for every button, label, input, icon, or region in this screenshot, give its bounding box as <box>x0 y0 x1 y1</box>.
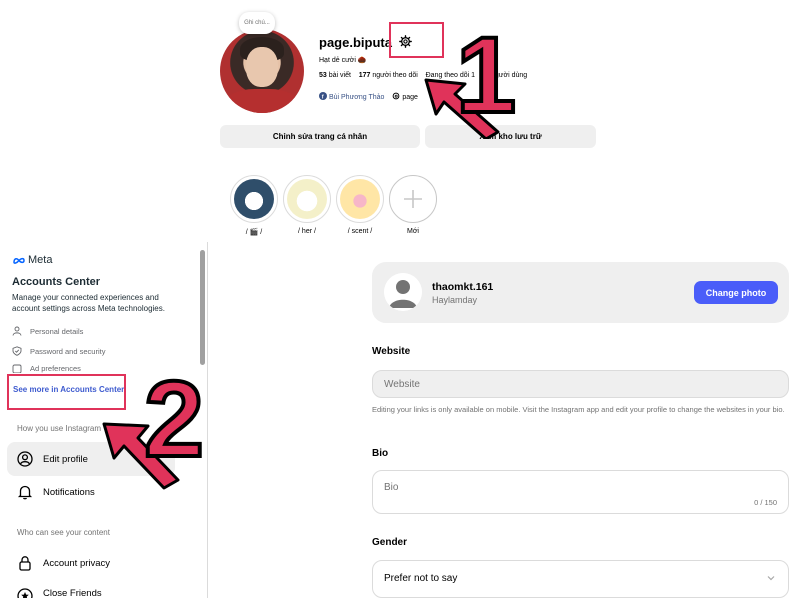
meta-brand-label: Meta <box>28 254 53 266</box>
highlight-cover <box>340 179 380 219</box>
sidebar-item-label: Close Friends <box>43 588 102 598</box>
highlight-label: Mới <box>407 228 419 235</box>
plus-icon <box>404 190 422 208</box>
note-bubble[interactable]: Ghi chú... <box>239 12 275 34</box>
highlight-label: / her / <box>298 228 316 235</box>
bell-icon <box>17 485 33 500</box>
chevron-down-icon <box>767 576 775 581</box>
story-highlight[interactable]: / her / <box>283 175 331 235</box>
user-circle-icon <box>17 451 33 467</box>
facebook-icon: f <box>319 92 327 101</box>
sidebar-item-label: Notifications <box>43 486 95 498</box>
default-avatar-icon <box>384 273 422 311</box>
sidebar-item-account-privacy[interactable]: Account privacy <box>7 546 175 580</box>
svg-text:f: f <box>322 95 324 100</box>
annotation-number-2: 2 <box>142 360 206 465</box>
annotation-number-2-text: 2 <box>144 360 204 465</box>
followers-label[interactable]: người theo dõi <box>372 72 417 79</box>
threads-link[interactable]: page <box>392 92 418 101</box>
accounts-center-title: Accounts Center <box>12 276 101 288</box>
sidebar-scrollbar[interactable] <box>200 250 205 365</box>
profile-username: page.biputa <box>319 35 392 50</box>
highlight-label: / scent / <box>347 228 373 235</box>
facebook-link-label: Bùi Phương Thảo <box>328 94 385 101</box>
edit-profile-button[interactable]: Chỉnh sửa trang cá nhân <box>220 125 420 148</box>
posts-count: 53 <box>319 72 327 79</box>
section-who-can-see: Who can see your content <box>17 528 110 537</box>
bio-textarea[interactable]: Bio 0 / 150 <box>372 470 789 514</box>
bio-placeholder: Bio <box>384 482 399 493</box>
sidebar-item-close-friends[interactable]: Close Friends <box>7 579 175 598</box>
threads-icon <box>393 92 400 100</box>
profile-photo-card: thaomkt.161 Haylamday Change photo <box>372 262 789 323</box>
gender-select[interactable]: Prefer not to say <box>372 560 789 598</box>
website-label: Website <box>372 346 411 357</box>
change-photo-button[interactable]: Change photo <box>694 281 778 304</box>
posts-label: bài viết <box>328 72 351 79</box>
bio-character-counter: 0 / 150 <box>754 498 777 507</box>
shield-icon <box>12 346 22 356</box>
accounts-item-password-security[interactable]: Password and security <box>12 346 105 356</box>
gender-selected-value: Prefer not to say <box>384 573 458 584</box>
star-circle-icon <box>17 588 33 598</box>
annotation-number-1-text: 1 <box>456 20 516 120</box>
profile-links: f Bùi Phương Thảo page <box>319 92 418 101</box>
lock-icon <box>19 556 31 571</box>
website-note: Editing your links is only available on … <box>372 405 785 414</box>
meta-logo: Meta <box>12 254 52 266</box>
gender-label: Gender <box>372 537 408 548</box>
card-fullname: Haylamday <box>432 295 478 305</box>
followers-count[interactable]: 177 <box>359 72 371 79</box>
highlight-cover <box>234 179 274 219</box>
section-how-you-use: How you use Instagram <box>17 424 102 433</box>
profile-avatar[interactable] <box>220 29 304 113</box>
highlight-cover <box>287 179 327 219</box>
card-username: thaomkt.161 <box>432 281 494 293</box>
accounts-item-label: Ad preferences <box>30 364 81 373</box>
bio-label: Bio <box>372 448 389 459</box>
highlight-label: / 🎬 / <box>245 229 263 236</box>
annotation-number-1: 1 <box>454 20 518 120</box>
profile-bio: Hạt dẻ cười 🌰 <box>319 57 367 64</box>
sidebar-item-label: Account privacy <box>43 557 111 569</box>
accounts-item-label: Password and security <box>30 346 106 356</box>
person-icon <box>12 326 22 336</box>
accounts-item-personal-details[interactable]: Personal details <box>12 326 83 336</box>
accounts-item-ad-preferences[interactable]: Ad preferences <box>12 364 81 373</box>
story-highlight[interactable]: / 🎬 / <box>230 175 278 236</box>
default-avatar[interactable] <box>384 273 422 311</box>
ad-icon <box>12 364 22 373</box>
facebook-link[interactable]: f Bùi Phương Thảo <box>319 92 386 101</box>
website-input[interactable] <box>372 370 789 398</box>
meta-infinity-icon <box>13 257 25 264</box>
accounts-item-label: Personal details <box>30 326 84 336</box>
accounts-center-description: Manage your connected experiences and ac… <box>12 293 165 313</box>
story-highlight[interactable]: / scent / <box>336 175 384 235</box>
new-highlight-button[interactable]: Mới <box>389 175 437 235</box>
threads-link-label: page <box>402 94 418 101</box>
sidebar-item-label: Edit profile <box>43 453 88 465</box>
